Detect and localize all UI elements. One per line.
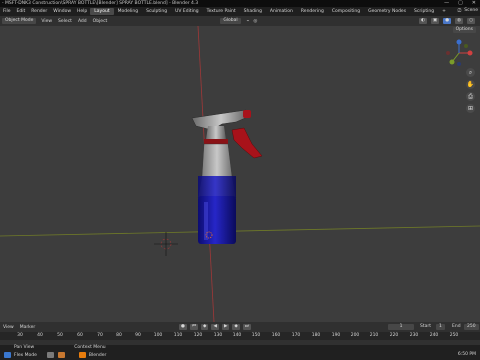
rendered-shading-button[interactable]: ○ [467, 18, 475, 24]
play-button[interactable]: ▶ [221, 324, 230, 330]
camera-icon[interactable]: ⎙ [466, 92, 475, 101]
overlay-toggle[interactable]: ◐ [418, 18, 427, 24]
xray-toggle[interactable]: ▣ [430, 18, 440, 24]
ruler-tick: 70 [97, 333, 103, 338]
tab-layout[interactable]: Layout [90, 8, 114, 15]
record-button[interactable]: ● [179, 324, 187, 330]
taskbar-app-icon[interactable] [46, 352, 54, 358]
y-axis-line [0, 225, 480, 237]
viewport-scene[interactable] [0, 26, 480, 322]
ruler-tick: 100 [153, 333, 163, 338]
start-menu-icon[interactable] [4, 352, 11, 358]
menu-bar: File Edit Render Window Help Layout Mode… [0, 7, 480, 16]
ruler-tick: 160 [271, 333, 281, 338]
tab-texture-paint[interactable]: Texture Paint [203, 8, 240, 15]
ruler-tick: 170 [291, 333, 301, 338]
menu-render[interactable]: Render [28, 9, 50, 14]
add-workspace-button[interactable]: + [438, 8, 450, 15]
ruler-tick: 120 [193, 333, 203, 338]
tab-scripting[interactable]: Scripting [410, 8, 438, 15]
minimize-button[interactable]: — [444, 0, 449, 6]
magnet-icon[interactable]: ⌁ [247, 19, 250, 24]
transform-orientation-selector[interactable]: Global [220, 18, 241, 24]
menu-file[interactable]: File [0, 9, 14, 14]
ruler-tick: 210 [369, 333, 379, 338]
spray-bottle-model [191, 109, 263, 244]
proportional-editing-icon[interactable]: ◎ [253, 19, 257, 24]
ruler-tick: 140 [232, 333, 242, 338]
viewport-header: Object Mode View Select Add Object Globa… [0, 16, 480, 26]
zoom-icon[interactable]: ⌕ [466, 68, 475, 77]
ruler-tick: 150 [251, 333, 261, 338]
end-frame-field[interactable]: 250 [464, 324, 479, 330]
ruler-tick: 50 [57, 333, 63, 338]
scene-selector[interactable]: Scene [464, 8, 478, 14]
blender-icon[interactable] [78, 352, 86, 358]
ruler-tick: 190 [331, 333, 341, 338]
ruler-tick: 220 [389, 333, 399, 338]
menu-object[interactable]: Object [90, 19, 111, 24]
ruler-tick: 250 [449, 333, 459, 338]
tab-modeling[interactable]: Modeling [114, 8, 142, 15]
window-title: - MSFT-DNK3 Construction\SPRAY BOTTLE\[B… [2, 1, 199, 6]
end-label: End [452, 324, 461, 329]
start-label: Start [420, 324, 431, 329]
tab-geometry-nodes[interactable]: Geometry Nodes [364, 8, 410, 15]
tab-rendering[interactable]: Rendering [297, 8, 328, 15]
tab-compositing[interactable]: Compositing [328, 8, 364, 15]
ruler-tick: 130 [213, 333, 223, 338]
ruler-tick: 80 [116, 333, 122, 338]
ruler-tick: 180 [311, 333, 321, 338]
timeline-menu-view[interactable]: View [0, 325, 17, 330]
tab-uv-editing[interactable]: UV Editing [171, 8, 202, 15]
next-keyframe-button[interactable]: ◆ [232, 324, 240, 330]
scene-icon[interactable]: ⎚ [458, 8, 462, 14]
hand-icon[interactable]: ✋ [466, 80, 475, 89]
taskbar-clock[interactable]: 6:50 PM [458, 352, 476, 357]
grid-icon[interactable]: ⊞ [466, 104, 475, 113]
ruler-tick: 240 [429, 333, 439, 338]
prev-keyframe-button[interactable]: ◆ [201, 324, 209, 330]
navigation-gizmo[interactable] [444, 38, 474, 68]
ruler-tick: 90 [135, 333, 141, 338]
tab-shading[interactable]: Shading [240, 8, 266, 15]
ruler-tick: 200 [350, 333, 360, 338]
taskbar-app-icon[interactable] [57, 352, 65, 358]
menu-edit[interactable]: Edit [14, 9, 29, 14]
menu-add[interactable]: Add [75, 19, 90, 24]
menu-window[interactable]: Window [50, 9, 74, 14]
3d-cursor [154, 232, 178, 256]
title-bar: - MSFT-DNK3 Construction\SPRAY BOTTLE\[B… [0, 0, 480, 7]
timeline-header: View Marker ● ⏮ ◆ ◀ ▶ ◆ ⏭ 1 Start 1 End … [0, 322, 480, 332]
ruler-tick: 60 [77, 333, 83, 338]
close-button[interactable]: ✕ [472, 0, 476, 6]
tab-sculpting[interactable]: Sculpting [142, 8, 171, 15]
menu-select[interactable]: Select [55, 19, 75, 24]
tab-animation[interactable]: Animation [266, 8, 297, 15]
menu-view[interactable]: View [38, 19, 55, 24]
ruler-tick: 230 [409, 333, 419, 338]
os-taskbar: Flex Mode Blender 6:50 PM [0, 350, 480, 360]
taskbar-app-blender[interactable]: Blender [89, 353, 106, 358]
maximize-button[interactable]: ▢ [458, 0, 463, 6]
ruler-tick: 30 [17, 333, 23, 338]
material-shading-button[interactable]: ◍ [455, 18, 464, 24]
timeline-menu-marker[interactable]: Marker [17, 325, 39, 330]
play-reverse-button[interactable]: ◀ [211, 324, 219, 330]
menu-help[interactable]: Help [74, 9, 90, 14]
solid-shading-button[interactable]: ● [443, 18, 452, 24]
start-frame-field[interactable]: 1 [436, 324, 445, 330]
timeline-ruler[interactable]: 30 40 50 60 70 80 90 100 110 120 130 140… [0, 332, 480, 340]
current-frame-field[interactable]: 1 [388, 324, 414, 330]
taskbar-app-flex[interactable]: Flex Mode [14, 353, 37, 358]
jump-end-button[interactable]: ⏭ [242, 324, 251, 330]
mode-selector[interactable]: Object Mode [2, 18, 37, 24]
ruler-tick: 40 [37, 333, 43, 338]
options-button[interactable]: Options [452, 27, 476, 33]
jump-start-button[interactable]: ⏮ [189, 324, 198, 330]
ruler-tick: 110 [173, 333, 183, 338]
viewport-3d[interactable]: Options ⌕ ✋ ⎙ ⊞ [0, 26, 480, 322]
